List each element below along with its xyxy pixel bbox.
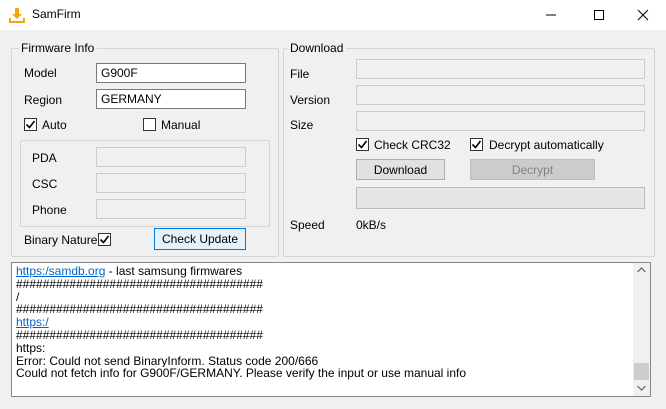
scroll-down-icon[interactable] bbox=[637, 385, 646, 391]
size-field bbox=[356, 111, 645, 131]
phone-input[interactable] bbox=[96, 199, 246, 219]
model-input[interactable]: G900F bbox=[96, 63, 246, 83]
minimize-button[interactable] bbox=[528, 0, 574, 30]
window-title: SamFirm bbox=[32, 7, 81, 21]
download-group bbox=[283, 48, 655, 257]
close-button[interactable] bbox=[620, 0, 666, 30]
scroll-up-icon[interactable] bbox=[637, 267, 646, 273]
title-bar[interactable]: SamFirm bbox=[0, 0, 666, 30]
binary-nature-checkbox[interactable] bbox=[98, 233, 111, 246]
checkmark-icon bbox=[99, 235, 110, 244]
check-crc32-label: Check CRC32 bbox=[374, 138, 451, 152]
size-label: Size bbox=[290, 118, 314, 132]
check-update-button[interactable]: Check Update bbox=[154, 228, 246, 250]
region-input[interactable]: GERMANY bbox=[96, 89, 246, 109]
log-scrollbar[interactable] bbox=[633, 263, 650, 396]
log-line: https:/ bbox=[16, 316, 626, 329]
log-line: ##################################### bbox=[16, 277, 263, 291]
file-field bbox=[356, 59, 645, 79]
log-line: ##################################### bbox=[16, 303, 263, 317]
version-label: Version bbox=[290, 93, 331, 107]
scroll-thumb[interactable] bbox=[634, 363, 649, 380]
speed-value: 0kB/s bbox=[356, 218, 387, 232]
file-label: File bbox=[290, 67, 310, 81]
log-line-text: - last samsung firmwares bbox=[105, 265, 243, 278]
download-title: Download bbox=[287, 41, 347, 55]
csc-input[interactable] bbox=[96, 173, 246, 193]
pda-input[interactable] bbox=[96, 147, 246, 167]
speed-label: Speed bbox=[290, 218, 325, 232]
checkmark-icon bbox=[25, 120, 36, 129]
checkmark-icon bbox=[357, 140, 368, 149]
manual-label: Manual bbox=[161, 118, 201, 132]
log-line: / bbox=[16, 290, 20, 304]
phone-label: Phone bbox=[32, 203, 67, 217]
log-lines: https:/samdb.org - last samsung firmware… bbox=[16, 265, 626, 380]
checkmark-icon bbox=[471, 140, 482, 149]
log-textbox[interactable]: https:/samdb.org - last samsung firmware… bbox=[11, 262, 651, 397]
auto-label: Auto bbox=[42, 118, 67, 132]
auto-checkbox[interactable] bbox=[24, 118, 37, 131]
decrypt-auto-label: Decrypt automatically bbox=[489, 138, 604, 152]
minimize-icon bbox=[546, 14, 556, 16]
csc-label: CSC bbox=[32, 177, 58, 191]
log-line: https:/samdb.org - last samsung firmware… bbox=[16, 265, 626, 278]
binary-nature-label: Binary Nature bbox=[24, 233, 98, 247]
download-progress-bar bbox=[356, 187, 645, 209]
check-crc32-checkbox[interactable] bbox=[356, 138, 369, 151]
maximize-button[interactable] bbox=[576, 0, 622, 30]
decrypt-auto-checkbox[interactable] bbox=[470, 138, 483, 151]
log-line: ##################################### bbox=[16, 328, 263, 342]
samdb-link[interactable]: https:/samdb.org bbox=[16, 265, 105, 278]
log-line: Error: Could not send BinaryInform. Stat… bbox=[16, 354, 319, 368]
maximize-icon bbox=[594, 10, 604, 20]
version-field bbox=[356, 85, 645, 105]
download-arrow-icon bbox=[8, 6, 26, 24]
manual-checkbox[interactable] bbox=[143, 118, 156, 131]
firmware-info-title: Firmware Info bbox=[18, 41, 98, 55]
decrypt-button[interactable]: Decrypt bbox=[470, 159, 595, 180]
download-button[interactable]: Download bbox=[356, 159, 445, 180]
log-link[interactable]: https:/ bbox=[16, 316, 49, 329]
pda-label: PDA bbox=[32, 151, 57, 165]
log-line: Could not fetch info for G900F/GERMANY. … bbox=[16, 367, 467, 381]
model-label: Model bbox=[24, 66, 57, 80]
region-label: Region bbox=[24, 93, 63, 107]
close-icon bbox=[637, 9, 649, 21]
log-line: https: bbox=[16, 341, 46, 355]
